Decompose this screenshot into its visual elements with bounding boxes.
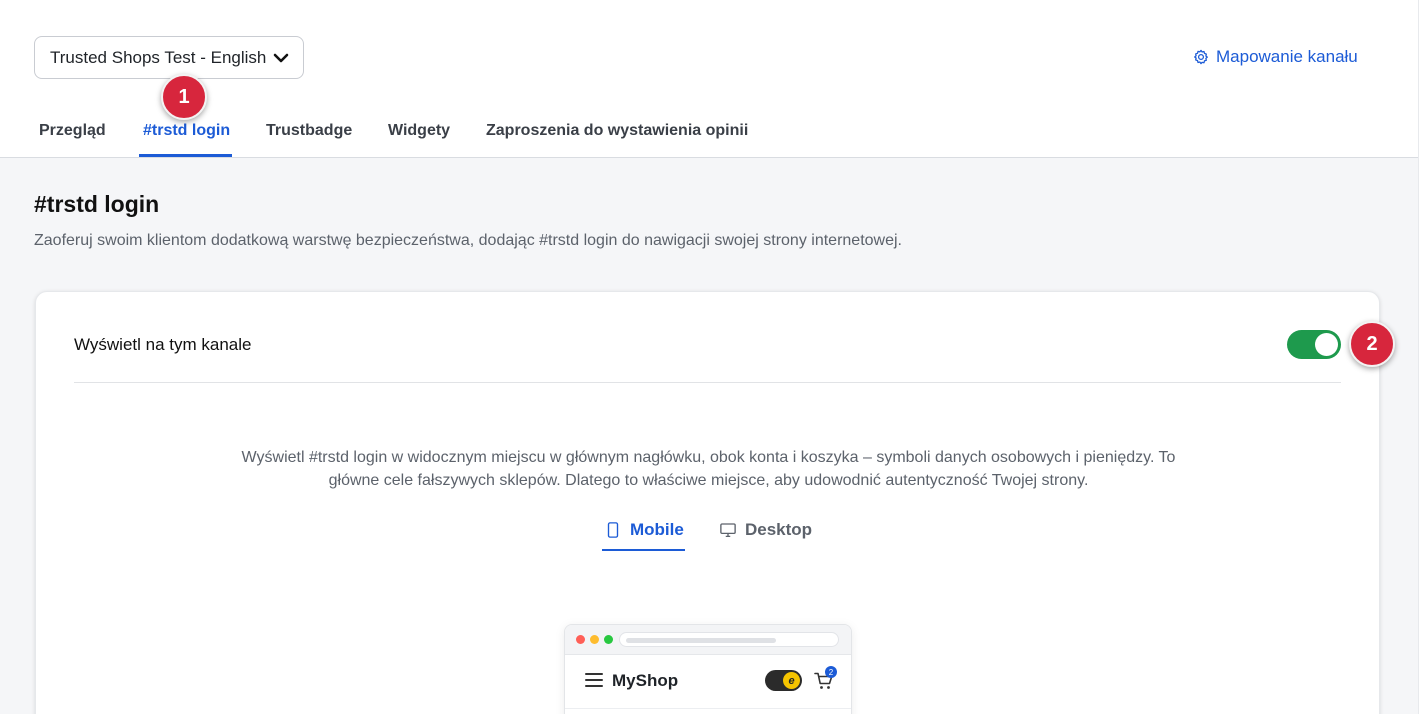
divider [74,382,1341,383]
display-toggle-label: Wyświetl na tym kanale [74,335,252,354]
tab-desktop[interactable]: Desktop [719,520,812,540]
monitor-icon [720,523,736,538]
channel-selector[interactable]: Trusted Shops Test - English [34,36,304,79]
trstd-login-toggle-icon: e [765,670,802,691]
window-close-dot [576,635,585,644]
page-title: #trstd login [34,191,160,217]
tab-review-invites[interactable]: Zaproszenia do wystawienia opinii [486,122,748,140]
tab-trustbadge[interactable]: Trustbadge [266,122,352,140]
chevron-down-icon [273,53,289,63]
smartphone-icon [607,522,619,538]
tab-trstd-login[interactable]: #trstd login [143,122,230,140]
scrollbar[interactable] [1418,0,1423,714]
active-device-indicator [602,549,685,551]
display-toggle[interactable] [1287,330,1341,359]
browser-address-bar [619,632,839,647]
settings-card: Wyświetl na tym kanale Wyświetl #trstd l… [35,291,1380,714]
mobile-preview: MyShop e 2 [564,624,852,714]
annotation-badge-1: 1 [161,74,207,120]
tab-mobile[interactable]: Mobile [604,520,684,540]
tab-desktop-label: Desktop [745,520,813,539]
page-description: Zaoferuj swoim klientom dodatkową warstw… [34,232,902,249]
placement-info-text: Wyświetl #trstd login w widocznym miejsc… [241,449,1176,489]
hamburger-menu-icon [585,673,603,687]
shop-name: MyShop [612,671,679,690]
active-tab-indicator [139,154,232,157]
tab-widgets[interactable]: Widgety [388,122,450,140]
browser-bar [565,625,851,655]
channel-mapping-label: Mapowanie kanału [1216,47,1358,66]
cart-count-badge: 2 [825,666,837,678]
window-minimize-dot [590,635,599,644]
toggle-knob [1315,333,1338,356]
channel-mapping-link[interactable]: Mapowanie kanału [1192,47,1358,67]
trusted-shops-coin-icon: e [783,672,800,689]
window-maximize-dot [604,635,613,644]
annotation-badge-2: 2 [1349,321,1395,367]
tab-mobile-label: Mobile [630,520,684,539]
tab-overview[interactable]: Przegląd [39,122,106,140]
channel-selector-value: Trusted Shops Test - English [50,47,267,67]
shop-header-preview: MyShop e 2 [565,655,851,709]
gear-icon [1194,49,1208,65]
